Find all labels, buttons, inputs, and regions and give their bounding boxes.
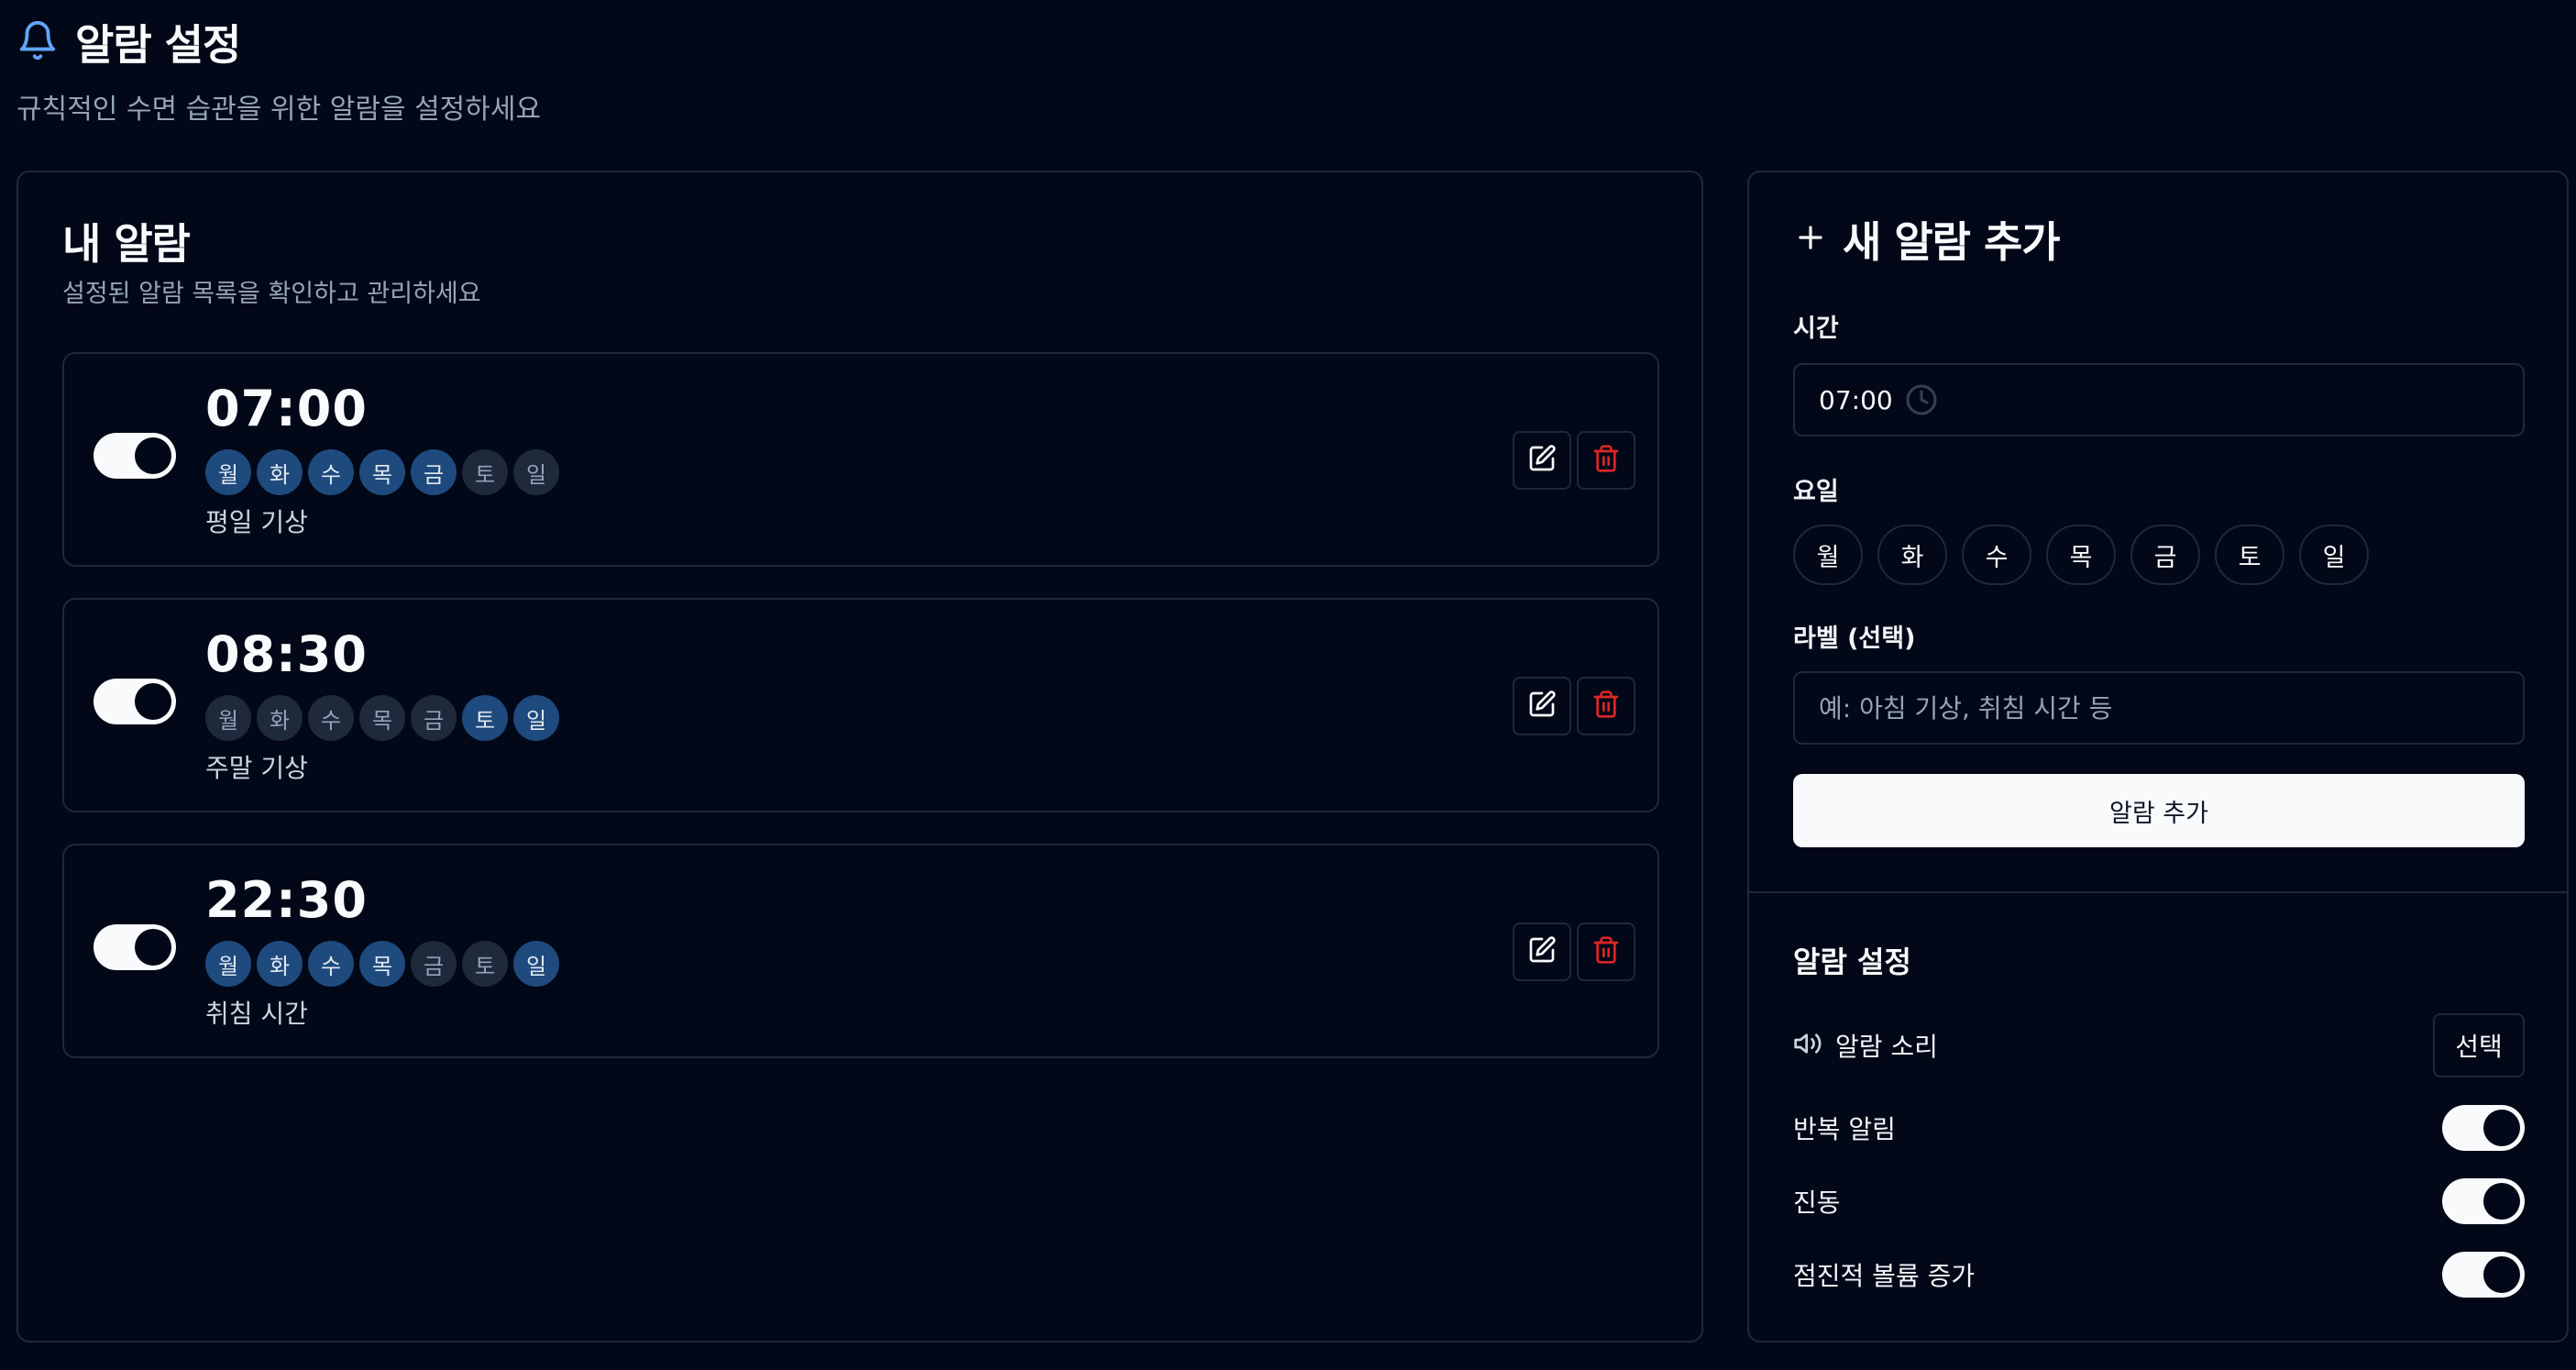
day-badge: 금 — [411, 695, 457, 741]
day-badge: 수 — [308, 449, 354, 495]
volume-toggle[interactable] — [2442, 1252, 2525, 1298]
day-badge: 월 — [205, 941, 251, 987]
day-badge: 월 — [205, 449, 251, 495]
alarm-item: 08:30 월 화 수 목 금 토 일 주말 기상 — [62, 598, 1659, 812]
alarm-days: 월 화 수 목 금 토 일 — [205, 449, 559, 495]
day-badge: 일 — [513, 941, 559, 987]
label-field-label: 라벨 (선택) — [1793, 624, 1916, 653]
label-input[interactable] — [1793, 671, 2525, 745]
repeat-setting-row: 반복 알림 — [1793, 1096, 2525, 1160]
day-badge: 토 — [462, 695, 508, 741]
vibration-toggle[interactable] — [2442, 1178, 2525, 1224]
add-alarm-button[interactable]: 알람 추가 — [1793, 774, 2525, 847]
edit-icon — [1527, 690, 1557, 723]
alarm-time: 07:00 — [205, 380, 368, 437]
page-title: 알람 설정 — [75, 20, 241, 70]
delete-button[interactable] — [1577, 431, 1635, 490]
day-toggle-sat[interactable]: 토 — [2215, 525, 2284, 585]
sound-label: 알람 소리 — [1835, 1032, 1938, 1062]
day-toggle-fri[interactable]: 금 — [2130, 525, 2200, 585]
alarm-days: 월 화 수 목 금 토 일 — [205, 695, 559, 741]
trash-icon — [1591, 690, 1621, 723]
alarm-days: 월 화 수 목 금 토 일 — [205, 941, 559, 987]
bell-icon — [17, 19, 59, 65]
edit-button[interactable] — [1513, 431, 1571, 490]
plus-icon — [1793, 220, 1828, 259]
day-toggle-wed[interactable]: 수 — [1962, 525, 2031, 585]
alarm-toggle[interactable] — [94, 924, 176, 970]
my-alarms-card: 내 알람 설정된 알람 목록을 확인하고 관리하세요 07:00 월 화 수 목… — [17, 171, 1703, 1342]
page-header: 알람 설정 규칙적인 수면 습관을 위한 알람을 설정하세요 — [17, 13, 541, 127]
day-selector: 월 화 수 목 금 토 일 — [1793, 525, 2369, 585]
day-toggle-tue[interactable]: 화 — [1877, 525, 1947, 585]
volume-label: 점진적 볼륨 증가 — [1793, 1261, 1976, 1291]
day-badge: 수 — [308, 695, 354, 741]
trash-icon — [1591, 444, 1621, 477]
vibration-label: 진동 — [1793, 1188, 1841, 1218]
day-badge: 목 — [359, 449, 405, 495]
alarm-settings-title: 알람 설정 — [1793, 945, 1911, 979]
delete-button[interactable] — [1577, 923, 1635, 981]
edit-button[interactable] — [1513, 677, 1571, 735]
day-badge: 일 — [513, 449, 559, 495]
day-badge: 화 — [257, 941, 303, 987]
my-alarms-title: 내 알람 — [62, 219, 191, 269]
day-badge: 일 — [513, 695, 559, 741]
alarm-item: 22:30 월 화 수 목 금 토 일 취침 시간 — [62, 844, 1659, 1058]
day-badge: 금 — [411, 941, 457, 987]
day-badge: 토 — [462, 449, 508, 495]
alarm-toggle[interactable] — [94, 679, 176, 724]
edit-icon — [1527, 935, 1557, 968]
edit-icon — [1527, 444, 1557, 477]
alarm-time: 08:30 — [205, 625, 368, 683]
time-label: 시간 — [1793, 315, 1839, 343]
volume-setting-row: 점진적 볼륨 증가 — [1793, 1243, 2525, 1307]
add-alarm-card: 새 알람 추가 시간 요일 월 화 수 목 금 토 일 라벨 (선택) 알람 추… — [1747, 171, 2569, 1342]
day-badge: 토 — [462, 941, 508, 987]
divider — [1749, 891, 2567, 893]
alarm-time: 22:30 — [205, 871, 368, 929]
vibration-setting-row: 진동 — [1793, 1169, 2525, 1233]
my-alarms-description: 설정된 알람 목록을 확인하고 관리하세요 — [62, 280, 481, 308]
repeat-toggle[interactable] — [2442, 1105, 2525, 1151]
days-label: 요일 — [1793, 478, 1839, 506]
day-badge: 목 — [359, 695, 405, 741]
alarm-toggle[interactable] — [94, 433, 176, 479]
alarm-label: 주말 기상 — [205, 753, 308, 783]
day-badge: 화 — [257, 695, 303, 741]
day-badge: 수 — [308, 941, 354, 987]
day-badge: 화 — [257, 449, 303, 495]
day-badge: 금 — [411, 449, 457, 495]
repeat-label: 반복 알림 — [1793, 1114, 1896, 1144]
day-toggle-mon[interactable]: 월 — [1793, 525, 1863, 585]
sound-select-button[interactable]: 선택 — [2433, 1013, 2525, 1077]
add-alarm-header: 새 알람 추가 — [1793, 209, 2061, 270]
add-alarm-title: 새 알람 추가 — [1843, 217, 2061, 267]
day-toggle-sun[interactable]: 일 — [2299, 525, 2369, 585]
speaker-icon — [1793, 1029, 1822, 1062]
alarm-label: 취침 시간 — [205, 999, 308, 1029]
sound-setting-row: 알람 소리 선택 — [1793, 1013, 2525, 1077]
time-input[interactable] — [1793, 363, 2525, 436]
day-toggle-thu[interactable]: 목 — [2046, 525, 2116, 585]
alarm-label: 평일 기상 — [205, 507, 308, 537]
clock-icon[interactable] — [1905, 383, 1938, 416]
alarm-item: 07:00 월 화 수 목 금 토 일 평일 기상 — [62, 352, 1659, 567]
day-badge: 목 — [359, 941, 405, 987]
trash-icon — [1591, 935, 1621, 968]
page-subtitle: 규칙적인 수면 습관을 위한 알람을 설정하세요 — [17, 94, 542, 126]
delete-button[interactable] — [1577, 677, 1635, 735]
day-badge: 월 — [205, 695, 251, 741]
edit-button[interactable] — [1513, 923, 1571, 981]
